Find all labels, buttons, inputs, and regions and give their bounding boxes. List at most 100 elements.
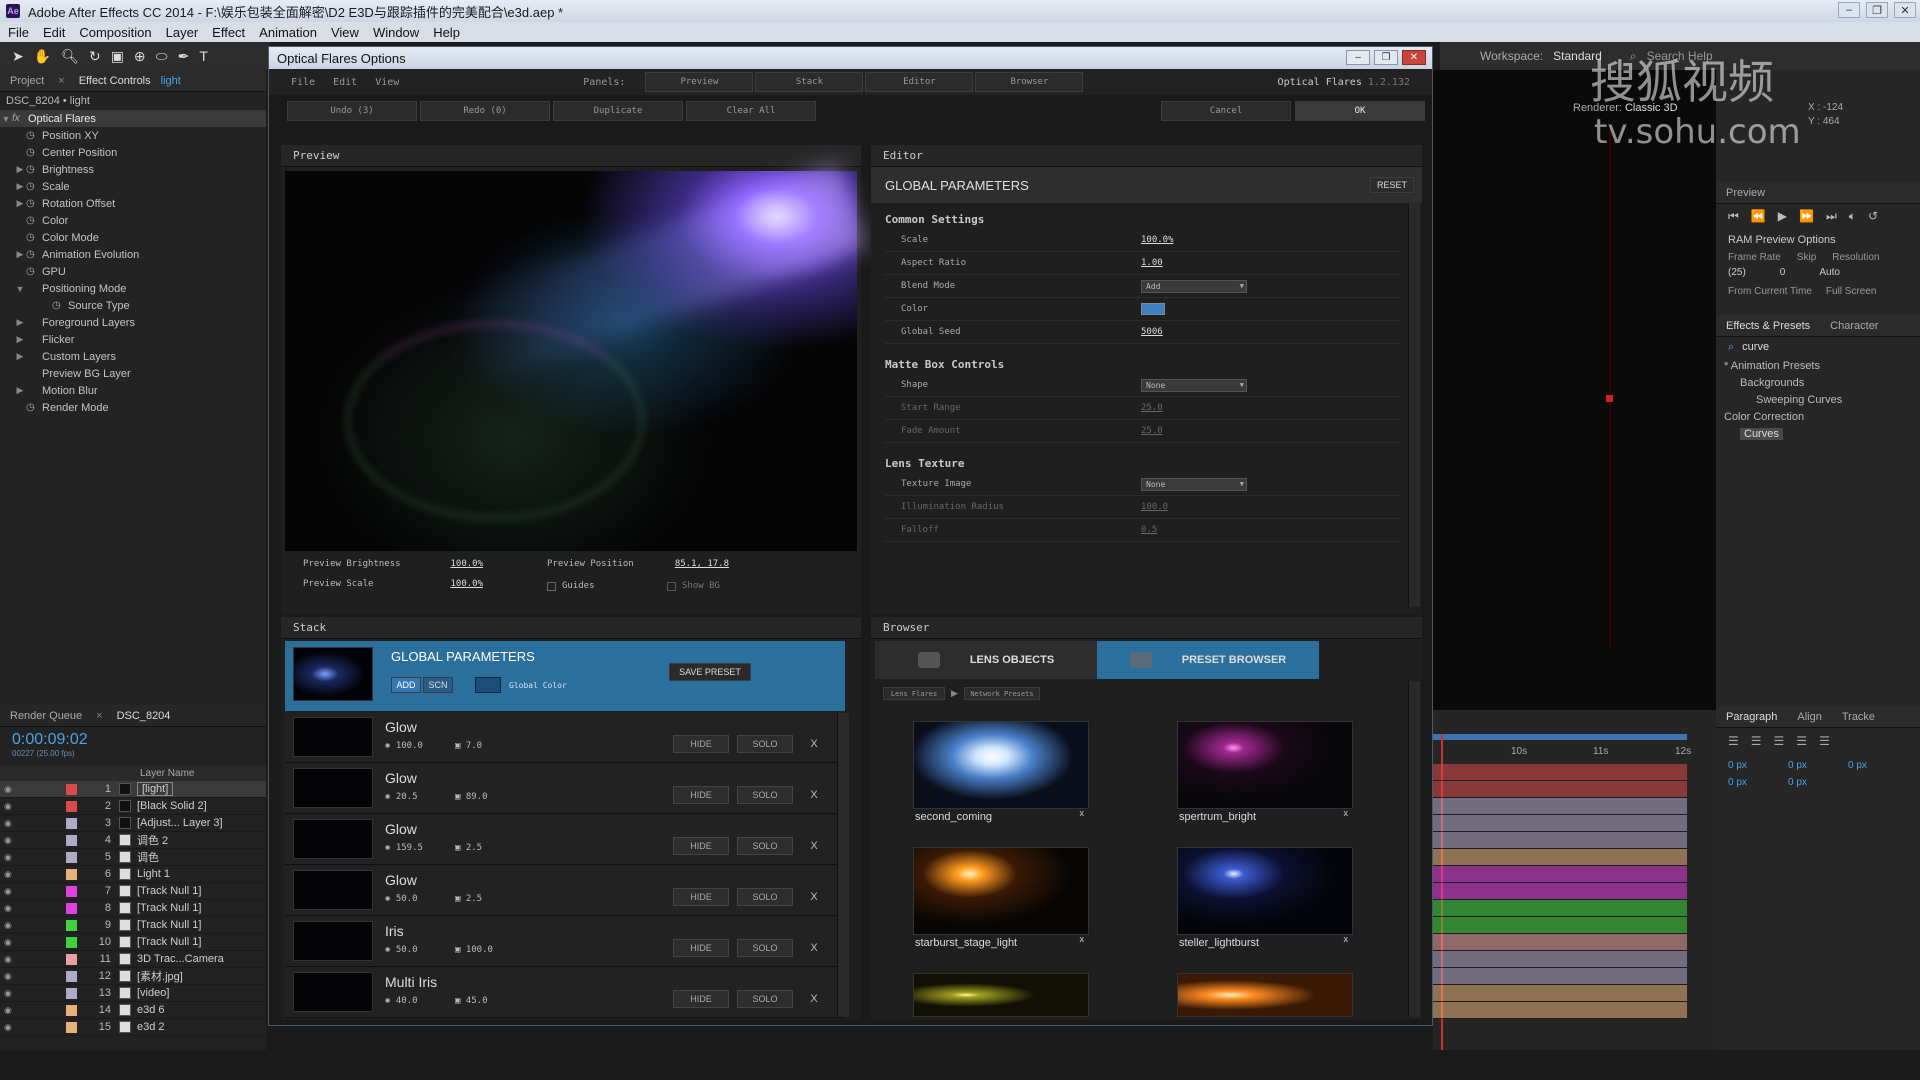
duplicate-button[interactable]: Duplicate <box>553 101 683 121</box>
visibility-eye-icon[interactable]: ◉ <box>0 784 14 795</box>
align-left-icon[interactable]: ☰ <box>1728 734 1739 748</box>
visibility-eye-icon[interactable]: ◉ <box>0 801 14 812</box>
menu-window[interactable]: Window <box>373 25 419 40</box>
illumination-radius-row[interactable]: Illumination Radius 100.0 <box>885 496 1400 519</box>
layer-name[interactable]: [Track Null 1] <box>137 885 201 897</box>
tab-project[interactable]: Project <box>0 75 54 87</box>
shape-dropdown[interactable]: None <box>1141 378 1247 392</box>
effect-property-row[interactable]: ▶ ◷ Brightness <box>0 161 266 178</box>
effect-property-row[interactable]: Preview BG Layer <box>0 365 266 382</box>
expand-triangle-icon[interactable]: ▶ <box>14 351 26 362</box>
prev-frame-icon[interactable]: ⏪ <box>1751 209 1766 223</box>
space-before[interactable]: 0 px <box>1728 777 1788 788</box>
effect-property-row[interactable]: ▶ Custom Layers <box>0 348 266 365</box>
effect-property-row[interactable]: ◷ Render Mode <box>0 399 266 416</box>
pen-tool-icon[interactable]: ✒ <box>178 48 190 65</box>
preview-scale-field[interactable]: Preview Scale 100.0% <box>303 579 483 589</box>
zoom-tool-icon[interactable]: 🔍︎ <box>61 48 79 65</box>
visibility-eye-icon[interactable]: ◉ <box>0 954 14 965</box>
layer-name[interactable]: 调色 <box>137 849 159 865</box>
layer-label-color[interactable] <box>66 868 77 880</box>
expand-triangle-icon[interactable]: ▶ <box>14 317 26 328</box>
element-scale[interactable]: ▣ 89.0 <box>455 792 488 802</box>
visibility-eye-icon[interactable]: ◉ <box>0 920 14 931</box>
stopwatch-icon[interactable]: ◷ <box>26 164 38 175</box>
layer-duration-bar[interactable] <box>1433 798 1687 815</box>
tab-effect-controls[interactable]: Effect Controls <box>69 75 161 87</box>
stack-scrollbar[interactable] <box>837 713 849 1017</box>
layer-label-color[interactable] <box>66 800 77 812</box>
stack-element-row[interactable]: Glow ✺ 20.5 ▣ 89.0 HIDE SOLO X <box>285 764 845 814</box>
stopwatch-icon[interactable]: ◷ <box>26 181 38 192</box>
layer-name[interactable]: e3d 2 <box>137 1021 165 1033</box>
work-area-bar[interactable] <box>1433 734 1687 740</box>
global-color-swatch[interactable] <box>475 677 501 693</box>
remove-element-button[interactable]: X <box>805 837 823 855</box>
align-center-icon[interactable]: ☰ <box>1751 734 1762 748</box>
effect-property-row[interactable]: ▶ Flicker <box>0 331 266 348</box>
remove-element-button[interactable]: X <box>805 735 823 753</box>
layer-name[interactable]: [Black Solid 2] <box>137 800 207 812</box>
stack-global-parameters[interactable]: GLOBAL PARAMETERS ADD SCN Global Color S… <box>285 641 845 711</box>
cancel-button[interactable]: Cancel <box>1161 101 1291 121</box>
layer-duration-bar[interactable] <box>1433 866 1687 883</box>
ok-button[interactable]: OK <box>1295 101 1425 121</box>
redo-button[interactable]: Redo (0) <box>420 101 550 121</box>
tab-lens-objects[interactable]: LENS OBJECTS <box>875 641 1097 679</box>
layer-row[interactable]: ◉ 5 调色 <box>0 849 266 866</box>
stopwatch-icon[interactable]: ◷ <box>26 130 38 141</box>
browser-scrollbar[interactable] <box>1408 681 1420 1017</box>
tab-tracker[interactable]: Tracke <box>1832 711 1885 723</box>
menu-effect[interactable]: Effect <box>212 25 245 40</box>
tab-character[interactable]: Character <box>1820 320 1888 332</box>
effect-property-row[interactable]: ◷ Center Position <box>0 144 266 161</box>
scn-button[interactable]: SCN <box>423 677 453 693</box>
layer-name[interactable]: [light] <box>137 782 174 796</box>
global-seed-row[interactable]: Global Seed 5006 <box>885 321 1400 344</box>
remove-element-button[interactable]: X <box>805 990 823 1008</box>
loop-icon[interactable]: ↺ <box>1868 209 1878 223</box>
effect-property-row[interactable]: ▶ ◷ Animation Evolution <box>0 246 266 263</box>
flare-preview-image[interactable] <box>285 161 868 551</box>
visibility-eye-icon[interactable]: ◉ <box>0 869 14 880</box>
layer-name[interactable]: [素材.jpg] <box>137 968 183 984</box>
effects-tree-item[interactable]: Backgrounds <box>1716 374 1920 391</box>
stopwatch-icon[interactable]: ◷ <box>26 249 38 260</box>
dmenu-file[interactable]: File <box>291 77 315 88</box>
stack-element-row[interactable]: Glow ✺ 159.5 ▣ 2.5 HIDE SOLO X <box>285 815 845 865</box>
effects-tree-item[interactable]: Sweeping Curves <box>1716 391 1920 408</box>
hide-button[interactable]: HIDE <box>673 786 729 804</box>
remove-icon[interactable]: x <box>1344 808 1349 818</box>
resolution-select[interactable]: Auto <box>1819 267 1840 278</box>
effect-property-row[interactable]: ▶ ◷ Rotation Offset <box>0 195 266 212</box>
layer-row[interactable]: ◉ 12 [素材.jpg] <box>0 968 266 985</box>
stopwatch-icon[interactable]: ◷ <box>26 198 38 209</box>
element-scale[interactable]: ▣ 100.0 <box>455 945 493 955</box>
remove-element-button[interactable]: X <box>805 939 823 957</box>
layer-duration-bar[interactable] <box>1433 815 1687 832</box>
layer-row[interactable]: ◉ 15 e3d 2 <box>0 1019 266 1036</box>
tab-comp[interactable]: DSC_8204 <box>107 710 181 722</box>
solo-button[interactable]: SOLO <box>737 888 793 906</box>
effects-tree-item[interactable]: Curves <box>1716 425 1920 442</box>
layer-row[interactable]: ◉ 10 [Track Null 1] <box>0 934 266 951</box>
panel-toggle-preview[interactable]: Preview <box>645 72 754 92</box>
hand-tool-icon[interactable]: ✋ <box>34 48 51 65</box>
effect-property-row[interactable]: ◷ GPU <box>0 263 266 280</box>
panel-toggle-stack[interactable]: Stack <box>755 72 864 92</box>
tab-align[interactable]: Align <box>1787 711 1831 723</box>
stack-element-row[interactable]: Glow ✺ 100.0 ▣ 7.0 HIDE SOLO X <box>285 713 845 763</box>
layer-row[interactable]: ◉ 7 [Track Null 1] <box>0 883 266 900</box>
close-icon[interactable]: ✕ <box>1402 50 1426 65</box>
effect-property-row[interactable]: ◷ Position XY <box>0 127 266 144</box>
save-preset-button[interactable]: SAVE PRESET <box>669 663 751 681</box>
justify-all-icon[interactable]: ☰ <box>1819 734 1830 748</box>
layer-duration-bar[interactable] <box>1433 883 1687 900</box>
remove-element-button[interactable]: X <box>805 888 823 906</box>
visibility-eye-icon[interactable]: ◉ <box>0 1022 14 1033</box>
stack-element-row[interactable]: Iris ✺ 50.0 ▣ 100.0 HIDE SOLO X <box>285 917 845 967</box>
justify-icon[interactable]: ☰ <box>1796 734 1807 748</box>
layer-row[interactable]: ◉ 6 Light 1 <box>0 866 266 883</box>
tab-effects-presets[interactable]: Effects & Presets <box>1716 320 1820 332</box>
solo-button[interactable]: SOLO <box>737 939 793 957</box>
